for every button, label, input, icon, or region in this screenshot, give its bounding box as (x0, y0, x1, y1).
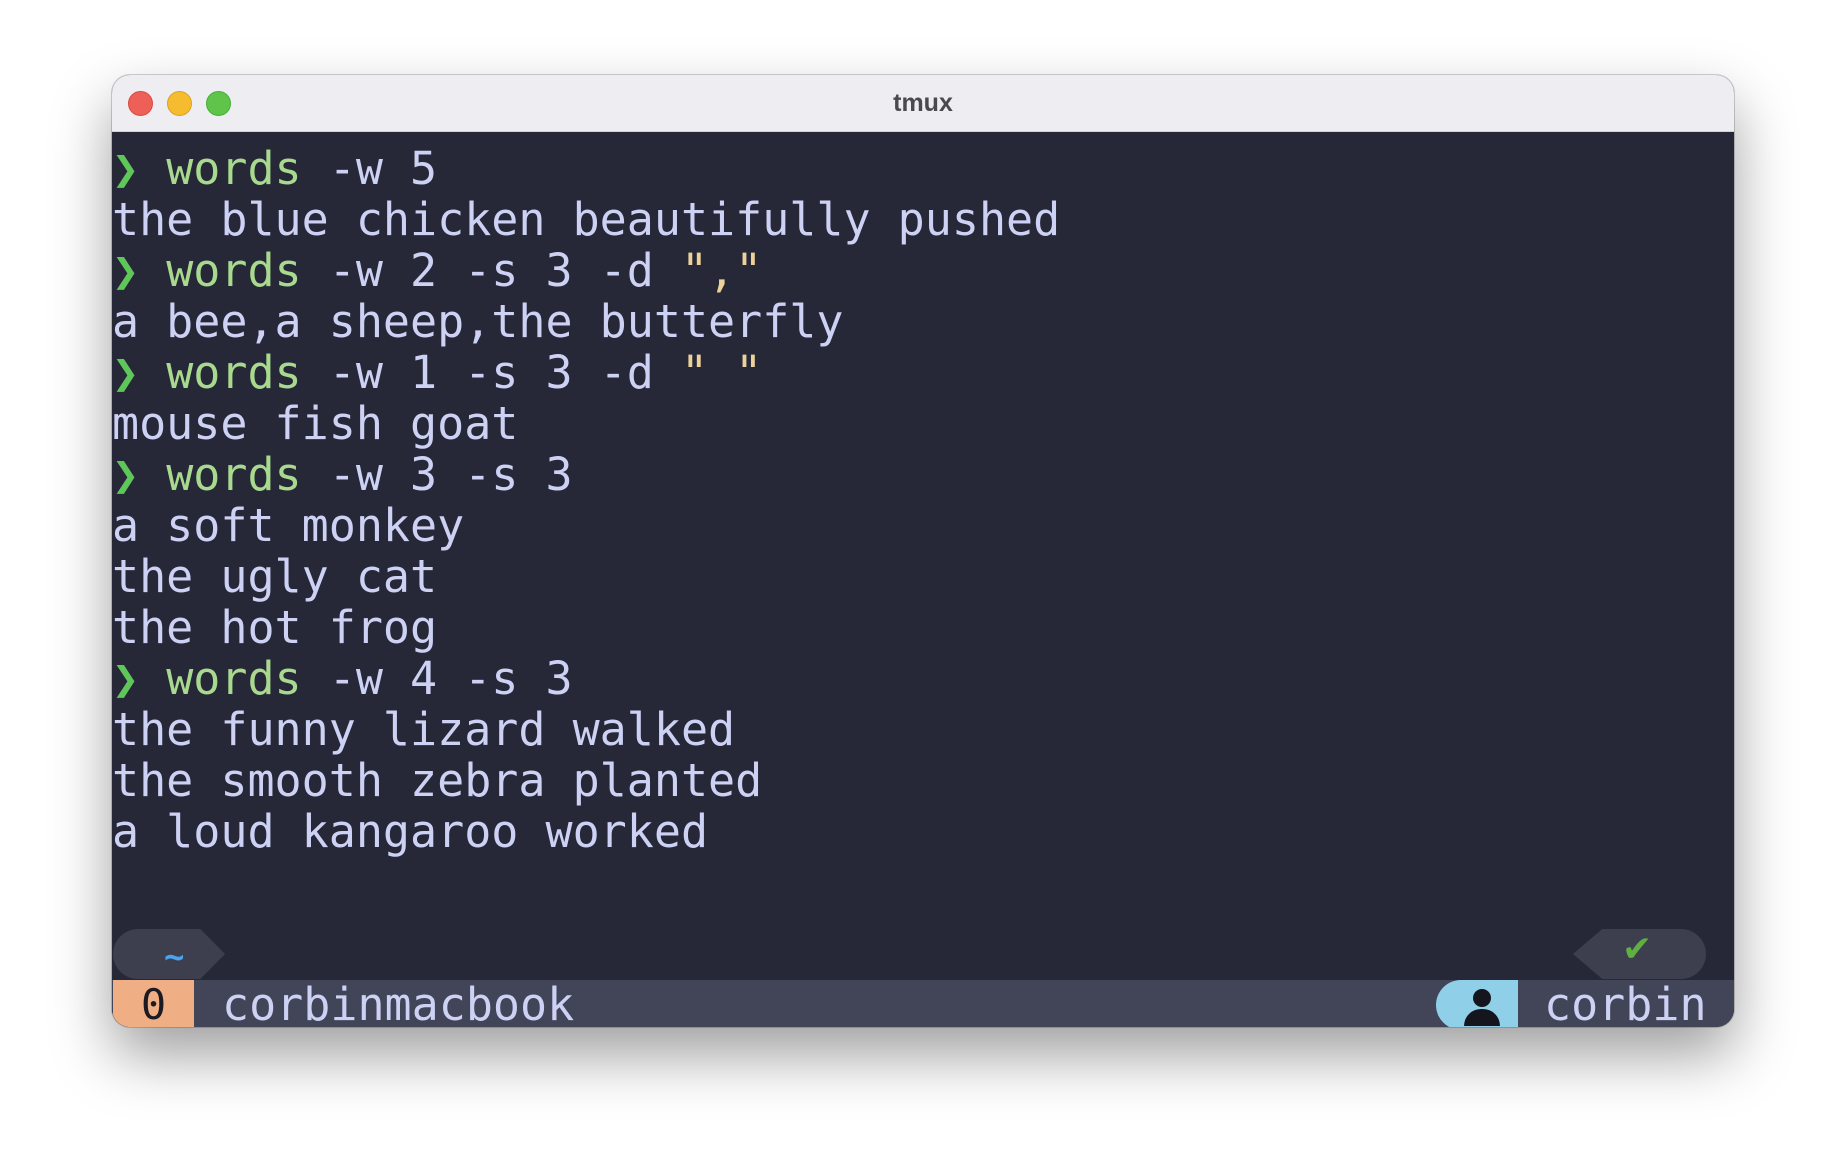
prompt-chevron-icon: ❯ (112, 346, 167, 399)
output-line: the smooth zebra planted (112, 754, 763, 807)
terminal-window: tmux ❯ words -w 5 the blue chicken beauti… (112, 75, 1734, 1027)
home-tilde-icon: ~ (164, 937, 185, 977)
output-line: a soft monkey (112, 499, 465, 552)
command-name: words (166, 142, 302, 195)
window-index-label: 0 (140, 980, 167, 1027)
prompt-chevron-icon: ❯ (112, 652, 167, 705)
output-line: the funny lizard walked (112, 703, 736, 756)
command-args: -w 1 -s 3 -d (301, 346, 681, 399)
prompt-chevron-icon: ❯ (112, 244, 167, 297)
terminal-content[interactable]: ❯ words -w 5 the blue chicken beautifully… (112, 132, 1734, 1027)
prompt-chevron-icon: ❯ (112, 448, 167, 501)
output-line: the ugly cat (112, 550, 438, 603)
command-line: ❯ words -w 1 -s 3 -d " " (112, 347, 762, 398)
checkmark-icon: ✔ (1622, 929, 1653, 970)
prompt-chevron-icon: ❯ (112, 142, 167, 195)
command-line: ❯ words -w 3 -s 3 (112, 449, 573, 500)
window-index-badge[interactable]: 0 (113, 980, 194, 1027)
command-string-arg: " " (680, 346, 763, 399)
window-title: tmux (893, 89, 953, 117)
command-name: words (166, 244, 302, 297)
command-args: -w 3 -s 3 (301, 448, 573, 501)
command-string-arg: "," (680, 244, 763, 297)
username: corbin (1544, 978, 1707, 1028)
command-args: -w 5 (301, 142, 438, 195)
command-name: words (166, 448, 302, 501)
command-line: ❯ words -w 4 -s 3 (112, 653, 573, 704)
output-line: the hot frog (112, 601, 438, 654)
user-icon (1473, 989, 1491, 1007)
output-line: a bee,a sheep,the butterfly (112, 295, 844, 348)
command-name: words (166, 346, 302, 399)
command-name: words (166, 652, 302, 705)
command-args: -w 2 -s 3 -d (301, 244, 681, 297)
output-line: a loud kangaroo worked (112, 805, 709, 858)
output-line: the blue chicken beautifully pushed (112, 193, 1061, 246)
hostname: corbinmacbook (222, 978, 575, 1028)
command-args: -w 4 -s 3 (301, 652, 573, 705)
title-bar[interactable]: tmux (112, 75, 1734, 132)
command-line: ❯ words -w 2 -s 3 -d "," (112, 245, 762, 296)
output-line: mouse fish goat (112, 397, 519, 450)
command-line: ❯ words -w 5 (112, 143, 437, 194)
